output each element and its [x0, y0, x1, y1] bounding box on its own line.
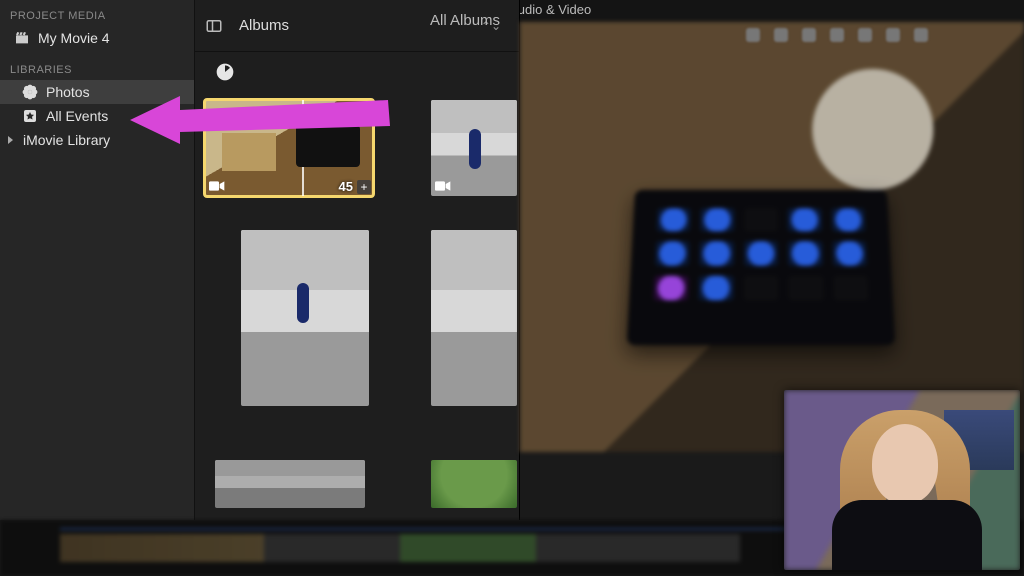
thumbnail-grid: 45 +: [195, 90, 519, 520]
sidebar-item-photos[interactable]: Photos: [0, 80, 194, 104]
sidebar-item-label: Photos: [46, 84, 90, 100]
video-icon: [435, 180, 451, 192]
stream-deck-device: [627, 190, 896, 345]
media-browser: Albums ⌃⌄ 45 +: [195, 0, 520, 520]
chevron-right-icon: [8, 136, 17, 144]
project-item[interactable]: My Movie 4: [0, 26, 194, 50]
viewer-toolbar: [690, 28, 984, 48]
star-icon: [22, 108, 38, 124]
media-thumb[interactable]: [431, 460, 517, 508]
sidebar-item-imovie-library[interactable]: iMovie Library: [0, 128, 194, 152]
video-icon: [209, 180, 225, 192]
project-name: My Movie 4: [38, 30, 110, 46]
sidebar-toggle-icon[interactable]: [205, 17, 223, 35]
project-media-header: PROJECT MEDIA: [0, 4, 194, 26]
library-sidebar: PROJECT MEDIA My Movie 4 LIBRARIES Photo…: [0, 0, 195, 520]
breadcrumb-all-albums[interactable]: All Albums: [430, 12, 500, 29]
presenter-pip: [784, 390, 1020, 570]
sidebar-item-label: All Events: [46, 108, 108, 124]
clock-filter-icon[interactable]: [215, 62, 235, 82]
sidebar-item-all-events[interactable]: All Events: [0, 104, 194, 128]
albums-dropdown-label: Albums: [239, 17, 289, 34]
media-thumb[interactable]: [431, 230, 517, 406]
add-clip-icon[interactable]: +: [357, 180, 371, 194]
sidebar-item-label: iMovie Library: [23, 132, 110, 148]
clapperboard-icon: [14, 30, 30, 46]
libraries-header: LIBRARIES: [0, 58, 194, 80]
media-thumb[interactable]: [431, 100, 517, 196]
clip-duration: 45: [339, 179, 353, 194]
media-thumb[interactable]: [215, 460, 365, 508]
flower-icon: [22, 84, 38, 100]
media-thumb[interactable]: 45 +: [205, 100, 373, 196]
media-thumb[interactable]: [241, 230, 369, 406]
preview-viewer: [520, 22, 1024, 452]
